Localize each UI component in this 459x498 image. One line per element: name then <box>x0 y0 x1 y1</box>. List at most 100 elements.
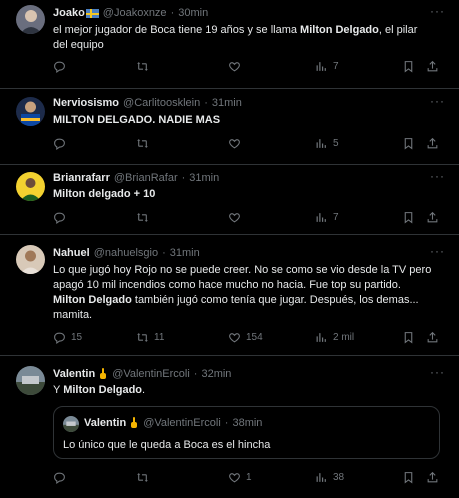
bookmark-icon <box>404 332 413 344</box>
like-button[interactable]: 1 <box>228 471 252 484</box>
text-bold: Milton delgado <box>53 188 131 200</box>
like-button[interactable] <box>228 60 241 73</box>
avatar[interactable] <box>16 172 45 201</box>
tweet-header: Brianrafarr @BrianRafar · 31min <box>53 172 219 184</box>
handle[interactable]: @BrianRafar <box>114 172 178 184</box>
views-button[interactable]: 7 <box>315 211 339 224</box>
retweet-icon <box>137 473 148 482</box>
retweet-icon <box>137 139 148 148</box>
tweet-header: Joako @Joakoxnze · 30min <box>53 7 208 19</box>
retweet-button[interactable] <box>136 137 149 150</box>
share-button[interactable] <box>426 471 439 484</box>
separator: · <box>170 7 175 19</box>
share-button[interactable] <box>426 60 439 73</box>
quote-header: Valentin @ValentinErcoli · 38min <box>84 417 262 429</box>
separator: · <box>181 172 186 184</box>
tweet-header: Nerviosismo @Carlitoosklein · 31min <box>53 97 242 109</box>
reply-button[interactable] <box>53 60 66 73</box>
timestamp[interactable]: 31min <box>212 97 242 109</box>
tweet-text: MILTON DELGADO. NADIE MAS <box>53 113 445 128</box>
like-button[interactable] <box>228 211 241 224</box>
share-button[interactable] <box>426 137 439 150</box>
text-part: + 10 <box>130 188 156 200</box>
timestamp[interactable]: 32min <box>201 368 231 380</box>
like-button[interactable] <box>228 137 241 150</box>
reply-button[interactable] <box>53 471 66 484</box>
like-count: 154 <box>246 332 263 343</box>
display-name[interactable]: Nerviosismo <box>53 97 119 109</box>
handle[interactable]: @Carlitoosklein <box>123 97 200 109</box>
timestamp[interactable]: 31min <box>189 172 219 184</box>
retweet-button[interactable] <box>136 60 149 73</box>
views-icon <box>316 473 326 482</box>
handle[interactable]: @ValentinErcoli <box>112 368 190 380</box>
handle[interactable]: @nahuelsgio <box>94 247 158 259</box>
more-options-icon[interactable]: ··· <box>430 4 445 18</box>
share-icon <box>427 471 438 483</box>
handle[interactable]: @Joakoxnze <box>103 7 167 19</box>
more-options-icon[interactable]: ··· <box>430 244 445 258</box>
text-part: . <box>142 384 146 396</box>
action-bar: 15 11 154 2 mil <box>53 331 447 347</box>
reply-button[interactable] <box>53 137 66 150</box>
tweet-nerviosismo[interactable]: Nerviosismo @Carlitoosklein · 31min ··· … <box>0 89 459 165</box>
reply-count: 15 <box>71 332 83 343</box>
display-name[interactable]: Valentin <box>53 368 95 380</box>
display-name[interactable]: Nahuel <box>53 247 90 259</box>
retweet-button[interactable] <box>136 211 149 224</box>
separator: · <box>204 97 208 109</box>
share-icon <box>427 211 438 223</box>
timestamp[interactable]: 30min <box>178 7 208 19</box>
retweet-icon <box>137 213 148 222</box>
heart-icon <box>229 62 240 72</box>
views-button[interactable]: 7 <box>315 60 339 73</box>
avatar[interactable] <box>16 97 45 126</box>
retweet-button[interactable] <box>136 471 149 484</box>
tweet-valentin[interactable]: Valentin @ValentinErcoli · 32min ··· Y M… <box>0 356 459 498</box>
retweet-count: 11 <box>154 332 165 343</box>
tweet-joako[interactable]: Joako @Joakoxnze · 30min ··· el mejor ju… <box>0 0 459 89</box>
heart-icon <box>229 139 240 149</box>
heart-icon <box>229 333 240 343</box>
tweet-nahuel[interactable]: Nahuel @nahuelsgio · 31min ··· Lo que ju… <box>0 235 459 356</box>
reply-button[interactable] <box>53 211 66 224</box>
avatar[interactable] <box>16 245 45 274</box>
bookmark-button[interactable] <box>402 471 415 484</box>
display-name[interactable]: Brianrafarr <box>53 172 110 184</box>
bookmark-button[interactable] <box>402 331 415 344</box>
tweet-brianrafarr[interactable]: Brianrafarr @BrianRafar · 31min ··· Milt… <box>0 165 459 235</box>
more-options-icon[interactable]: ··· <box>430 365 445 379</box>
tweet-header: Nahuel @nahuelsgio · 31min <box>53 247 200 259</box>
timestamp[interactable]: 31min <box>170 247 200 259</box>
action-bar: 1 38 <box>53 471 447 487</box>
bookmark-button[interactable] <box>402 137 415 150</box>
avatar[interactable] <box>16 5 45 34</box>
views-button[interactable]: 5 <box>315 137 339 150</box>
like-count: 1 <box>246 472 252 483</box>
more-options-icon[interactable]: ··· <box>430 169 445 183</box>
views-count: 2 mil <box>333 332 355 343</box>
bookmark-button[interactable] <box>402 211 415 224</box>
avatar[interactable] <box>16 366 45 395</box>
views-button[interactable]: 38 <box>315 471 344 484</box>
reply-button[interactable]: 15 <box>53 331 82 344</box>
views-icon <box>316 62 326 71</box>
tweet-text: Y Milton Delgado. <box>53 383 445 398</box>
text-bold: Milton Delgado <box>53 294 132 306</box>
reply-icon <box>54 61 65 73</box>
retweet-icon <box>137 62 148 71</box>
pointing-finger-icon <box>100 368 107 379</box>
views-button[interactable]: 2 mil <box>315 331 354 344</box>
share-button[interactable] <box>426 211 439 224</box>
display-name[interactable]: Joako <box>53 7 85 19</box>
more-options-icon[interactable]: ··· <box>430 94 445 108</box>
views-icon <box>316 139 326 148</box>
quoted-tweet[interactable]: Valentin @ValentinErcoli · 38min Lo únic… <box>53 406 440 459</box>
reply-icon <box>54 212 65 224</box>
text-part: . NADIE MAS <box>152 114 221 126</box>
tweet-text: Milton delgado + 10 <box>53 187 445 202</box>
retweet-button[interactable]: 11 <box>136 331 164 344</box>
share-button[interactable] <box>426 331 439 344</box>
bookmark-button[interactable] <box>402 60 415 73</box>
like-button[interactable]: 154 <box>228 331 263 344</box>
